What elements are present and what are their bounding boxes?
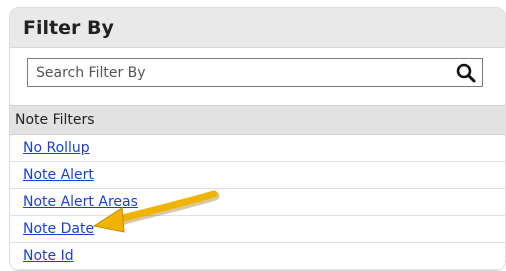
search-icon[interactable] [453,60,479,86]
search-input[interactable] [28,59,453,86]
search-box [27,58,483,87]
list-item: Note Alert Areas [10,189,505,216]
filter-link-note-alert-areas[interactable]: Note Alert Areas [23,194,138,210]
panel-title: Filter By [23,16,114,39]
list-item: No Rollup [10,135,505,162]
list-item: Note Date [10,216,505,243]
list-item: Note Alert [10,162,505,189]
section-header-note-filters: Note Filters [10,105,505,135]
filter-by-panel: Filter By Note Filters No Rollup Note Al… [9,7,506,271]
filter-link-note-id[interactable]: Note Id [23,248,74,264]
filter-link-no-rollup[interactable]: No Rollup [23,140,90,156]
filter-link-note-date[interactable]: Note Date [23,221,94,237]
list-item: Note Id [10,243,505,270]
filter-list: No Rollup Note Alert Note Alert Areas No… [10,135,505,270]
filter-link-note-alert[interactable]: Note Alert [23,167,94,183]
search-area [10,48,505,105]
panel-header: Filter By [10,8,505,48]
